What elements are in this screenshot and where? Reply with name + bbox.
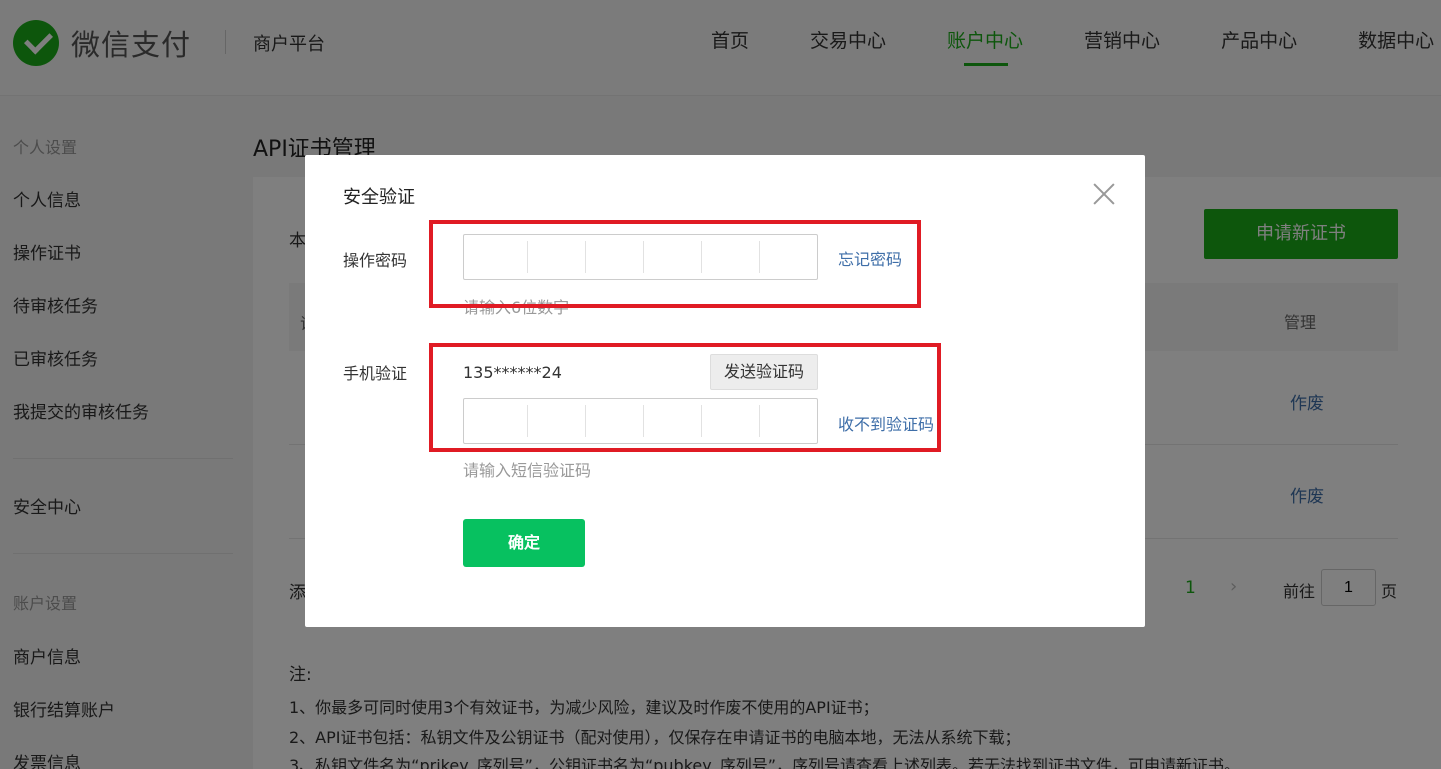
confirm-button[interactable]: 确定 [463, 519, 585, 567]
highlight-box-password [429, 220, 921, 308]
phone-verify-label: 手机验证 [343, 364, 408, 383]
highlight-box-phone [429, 343, 941, 452]
close-icon[interactable] [1092, 182, 1116, 206]
sms-code-hint: 请输入短信验证码 [463, 461, 592, 480]
password-label: 操作密码 [343, 251, 408, 270]
dialog-title: 安全验证 [343, 187, 415, 208]
